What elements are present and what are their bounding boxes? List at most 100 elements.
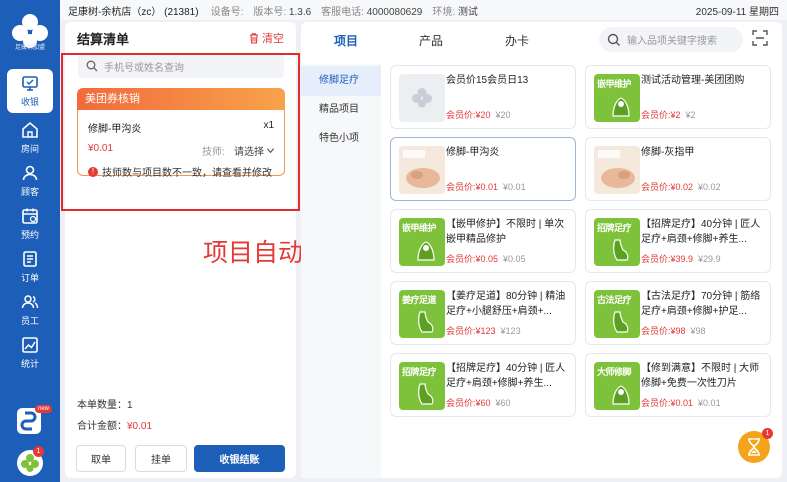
phone-label: 客服电话: xyxy=(321,6,364,18)
nav-label: 订单 xyxy=(20,273,39,283)
product-photo-thumbnail xyxy=(399,146,445,194)
foot-care-icon xyxy=(612,97,630,117)
category-foot[interactable]: 修脚足疗 xyxy=(301,66,381,96)
nav-stats[interactable]: 统计 xyxy=(0,331,60,375)
nav-label: 预约 xyxy=(20,230,39,240)
member-price-label: 会员价: xyxy=(446,326,476,336)
member-price: ¥98 xyxy=(670,326,686,336)
count-value: 1 xyxy=(127,400,133,411)
catalog-panel: 项目 产品 办卡 输入品项关键字搜索 修脚足疗 精品项目 特色小项 会员价15会… xyxy=(301,22,782,478)
product-thumbnail: 嵌甲维护 xyxy=(399,218,445,266)
product-card[interactable]: 姜疗足道 【姜疗足道】80分钟 | 精油足疗+小腿舒压+肩颈+... 会员价:¥… xyxy=(390,281,576,345)
product-card[interactable]: 古法足疗 【古法足疗】70分钟 | 筋络足疗+肩颈+修脚+护足... 会员价:¥… xyxy=(585,281,771,345)
nav-label: 收银 xyxy=(20,97,39,107)
product-name: 【招牌足疗】40分钟 | 匠人足疗+肩颈+修脚+养生... xyxy=(641,219,761,245)
member-price: ¥0.01 xyxy=(670,398,694,408)
product-card[interactable]: 嵌甲维护 【嵌甲修护】不限时 | 单次嵌甲精品修护 会员价:¥0.05 ¥0.05 xyxy=(390,209,576,273)
product-card[interactable]: 招牌足疗 【招牌足疗】40分钟 | 匠人足疗+肩颈+修脚+养生... 会员价:¥… xyxy=(585,209,771,273)
tab-cards[interactable]: 办卡 xyxy=(505,32,529,49)
member-price-label: 会员价: xyxy=(446,182,476,192)
trash-icon xyxy=(250,33,258,44)
store-name: 足康树-余杭店（zc） (21381) xyxy=(68,6,199,18)
clover-placeholder-icon xyxy=(412,88,432,108)
date-display: 2025-09-11 星期四 xyxy=(695,6,779,18)
item-search-input[interactable]: 输入品项关键字搜索 xyxy=(599,27,743,52)
thumbnail-title: 姜疗足道 xyxy=(402,295,437,305)
hold-order-button[interactable]: 挂单 xyxy=(135,445,187,472)
product-price: 会员价:¥0.01 ¥0.01 xyxy=(446,180,526,193)
clear-button[interactable]: 清空 xyxy=(248,30,284,46)
sidebar: 足康树加盟 收银 房间 顾客 预约 订单 员工 统计 new 1 xyxy=(0,0,60,482)
nav-customer[interactable]: 顾客 xyxy=(0,159,60,203)
foot-care-icon xyxy=(612,385,630,405)
foot-care-icon xyxy=(417,241,435,261)
tab-products[interactable]: 产品 xyxy=(419,32,443,49)
product-card[interactable]: 招牌足疗 【招牌足疗】40分钟 | 匠人足疗+肩颈+修脚+养生... 会员价:¥… xyxy=(390,353,576,417)
thumbnail-title: 招牌足疗 xyxy=(597,223,632,233)
nav-label: 统计 xyxy=(20,359,39,369)
scan-icon[interactable] xyxy=(752,30,768,46)
status-bar: 足康树-余杭店（zc） (21381) 设备号: 版本号: 1.3.6 客服电话… xyxy=(60,0,787,20)
product-card[interactable]: 会员价15会员日13 会员价:¥20 ¥20 xyxy=(390,65,576,129)
original-price: ¥29.9 xyxy=(698,254,721,264)
product-card[interactable]: 修脚-灰指甲 会员价:¥0.02 ¥0.02 xyxy=(585,137,771,201)
product-name: 会员价15会员日13 xyxy=(446,75,529,86)
product-name: 【古法足疗】70分钟 | 筋络足疗+肩颈+修脚+护足... xyxy=(641,291,761,317)
category-list: 修脚足疗 精品项目 特色小项 xyxy=(301,64,381,478)
phone-info: 客服电话: 4000080629 xyxy=(321,3,422,18)
product-price: 会员价:¥123 ¥123 xyxy=(446,324,521,337)
product-card[interactable]: 大师修脚 【修到满意】不限时 | 大师修脚+免费一次性刀片 会员价:¥0.01 ¥… xyxy=(585,353,771,417)
nav-order[interactable]: 订单 xyxy=(0,245,60,289)
product-name: 测试活动管理-美团团购 xyxy=(641,75,745,86)
env-value: 测试 xyxy=(457,6,478,18)
category-special[interactable]: 特色小项 xyxy=(301,124,381,154)
search-icon xyxy=(607,33,620,46)
version-label: 版本号: xyxy=(253,6,287,18)
nav-room[interactable]: 房间 xyxy=(0,116,60,160)
thumbnail-title: 大师修脚 xyxy=(597,367,632,377)
new-badge: new xyxy=(35,405,53,413)
tab-services[interactable]: 项目 xyxy=(334,32,358,49)
member-price: ¥39.9 xyxy=(670,254,694,264)
notification-button[interactable]: 1 xyxy=(0,446,60,480)
device-info: 设备号: xyxy=(211,3,244,18)
nav-booking[interactable]: 预约 xyxy=(0,202,60,246)
member-price: ¥123 xyxy=(475,326,496,336)
env-label: 环境: xyxy=(432,6,456,18)
device-label: 设备号: xyxy=(210,6,244,18)
checkout-button[interactable]: 收银结账 xyxy=(194,445,285,472)
member-price: ¥2 xyxy=(670,110,681,120)
take-order-button[interactable]: 取单 xyxy=(76,445,126,472)
member-price: ¥0.02 xyxy=(670,182,694,192)
original-price: ¥60 xyxy=(495,398,511,408)
nav-label: 员工 xyxy=(20,316,39,326)
foot-photo-icon xyxy=(399,146,445,194)
original-price: ¥20 xyxy=(495,110,511,120)
product-thumbnail: 招牌足疗 xyxy=(399,362,445,410)
product-price: 会员价:¥0.05 ¥0.05 xyxy=(446,252,526,265)
cashier-icon xyxy=(22,76,38,91)
settlement-title: 结算清单 xyxy=(77,32,130,47)
original-price: ¥0.01 xyxy=(503,182,526,192)
member-price-label: 会员价: xyxy=(641,398,671,408)
foot-massage-icon xyxy=(613,311,629,333)
nav-cashier[interactable]: 收银 xyxy=(7,69,53,113)
member-price: ¥60 xyxy=(475,398,491,408)
product-card[interactable]: 嵌甲维护 测试活动管理-美团团购 会员价:¥2 ¥2 xyxy=(585,65,771,129)
product-card-selected[interactable]: 修脚-甲沟炎 会员价:¥0.01 ¥0.01 xyxy=(390,137,576,201)
category-premium[interactable]: 精品项目 xyxy=(301,95,381,125)
member-price-label: 会员价: xyxy=(446,398,476,408)
order-total: 合计金额：¥0.01 xyxy=(77,417,152,432)
product-name: 【修到满意】不限时 | 大师修脚+免费一次性刀片 xyxy=(641,363,760,389)
member-price: ¥0.05 xyxy=(475,254,499,264)
search-placeholder: 输入品项关键字搜索 xyxy=(627,36,717,47)
nav-staff[interactable]: 员工 xyxy=(0,288,60,332)
member-price: ¥0.01 xyxy=(475,182,499,192)
pending-tasks-button[interactable]: 1 xyxy=(738,428,773,463)
member-price-label: 会员价: xyxy=(641,182,671,192)
member-price-label: 会员价: xyxy=(641,326,671,336)
foot-photo-icon xyxy=(594,146,640,194)
staff-icon xyxy=(21,295,39,309)
app-shortcut[interactable]: new xyxy=(0,400,60,440)
product-price: 会员价:¥0.02 ¥0.02 xyxy=(641,180,721,193)
